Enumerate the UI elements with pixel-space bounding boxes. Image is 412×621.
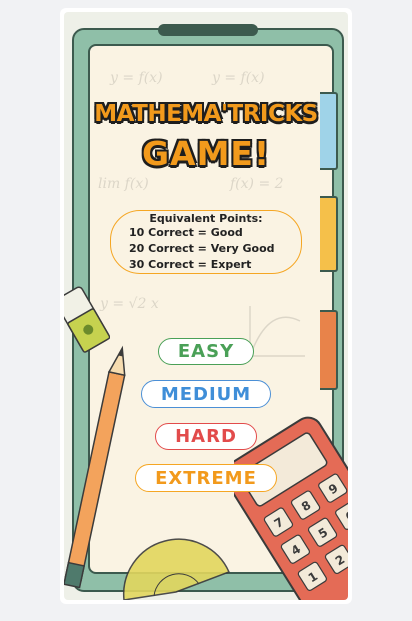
points-info-box: Equivalent Points: 10 Correct = Good 20 … bbox=[110, 210, 302, 274]
extreme-button[interactable]: EXTREME bbox=[135, 464, 277, 492]
clipboard-clip-icon bbox=[158, 24, 258, 36]
protractor-icon bbox=[122, 538, 231, 600]
formula-text: lim f(x) bbox=[98, 176, 149, 192]
points-heading: Equivalent Points: bbox=[149, 212, 263, 225]
formula-text: f(x) = 2 bbox=[230, 176, 284, 192]
hard-button-label: HARD bbox=[175, 426, 237, 447]
side-tab-orange bbox=[320, 310, 338, 390]
extreme-button-label: EXTREME bbox=[155, 467, 257, 489]
formula-text: y = f(x) bbox=[212, 70, 265, 86]
points-line-very-good: 20 Correct = Very Good bbox=[129, 242, 275, 255]
game-frame: y = f(x) lim f(x) f(x) = 2 y = √2 x y = … bbox=[60, 8, 352, 604]
hard-button[interactable]: HARD bbox=[155, 423, 257, 450]
game-title: MATHEMA'TRICKS bbox=[94, 101, 318, 127]
points-line-good: 10 Correct = Good bbox=[129, 226, 243, 239]
points-line-expert: 30 Correct = Expert bbox=[129, 258, 252, 271]
formula-text: y = f(x) bbox=[110, 70, 163, 86]
side-tab-yellow bbox=[320, 196, 338, 272]
easy-button-label: EASY bbox=[177, 341, 235, 362]
eraser-icon bbox=[64, 286, 110, 353]
medium-button-label: MEDIUM bbox=[160, 383, 252, 405]
easy-button[interactable]: EASY bbox=[158, 338, 254, 365]
game-title-subtitle: GAME! bbox=[141, 134, 271, 173]
medium-button[interactable]: MEDIUM bbox=[141, 380, 271, 408]
